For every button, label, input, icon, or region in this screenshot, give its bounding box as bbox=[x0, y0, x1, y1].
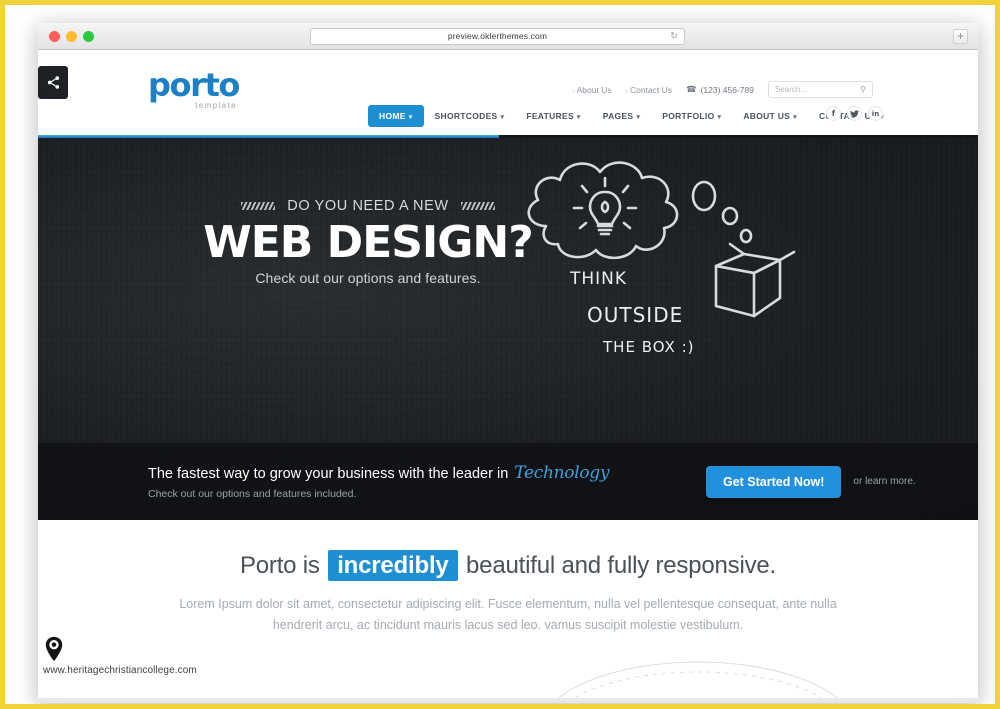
nav-item-about-us[interactable]: ABOUT US ▾ bbox=[732, 105, 808, 127]
watermark-text: www.heritagechristiancollege.com bbox=[43, 665, 197, 676]
chevron-down-icon: ▾ bbox=[636, 114, 641, 121]
chalk-line-think: THINK bbox=[570, 269, 628, 289]
intro-title-prefix: Porto is bbox=[239, 552, 320, 579]
intro-title-suffix: beautiful and fully responsive. bbox=[466, 552, 777, 579]
minimize-window-button[interactable] bbox=[66, 30, 77, 42]
intro-title: Porto is incredibly beautiful and fully … bbox=[38, 520, 978, 581]
topnav-about-us-label: About Us bbox=[576, 84, 612, 95]
topnav-contact-us-label: Contact Us bbox=[629, 84, 672, 95]
nav-item-pages-label: PAGES bbox=[602, 111, 634, 121]
hero-cta-text: The fastest way to grow your business wi… bbox=[148, 463, 609, 500]
nav-item-features[interactable]: FEATURES ▾ bbox=[515, 105, 591, 127]
intro-paragraph: Lorem Ipsum dolor sit amet, consectetur … bbox=[179, 597, 837, 632]
twitter-bird-glyph bbox=[850, 109, 859, 118]
hero-cta-headline-script: Technology bbox=[514, 463, 610, 483]
main-navigation: HOME ▾ SHORTCODES ▾ FEATURES ▾ PAGES ▾ PORTF… bbox=[368, 105, 895, 127]
hatch-decoration-left bbox=[241, 202, 276, 210]
linkedin-icon[interactable]: in bbox=[868, 106, 883, 121]
get-started-button[interactable]: Get Started Now! bbox=[706, 465, 842, 498]
browser-window: preview.oklerthemes.com ↻ + porto templa… bbox=[38, 23, 978, 703]
site-logo[interactable]: porto template bbox=[148, 66, 240, 110]
page-bottom-edge bbox=[38, 698, 978, 703]
location-pin-icon bbox=[45, 636, 63, 662]
share-widget-button[interactable] bbox=[38, 66, 68, 99]
nav-item-home-label: HOME bbox=[379, 111, 406, 121]
chevron-right-icon: › bbox=[572, 87, 575, 95]
address-bar[interactable]: preview.oklerthemes.com ↻ bbox=[310, 27, 685, 45]
watermark: www.heritagechristiancollege.com bbox=[43, 636, 197, 676]
hero-cta-bar: The fastest way to grow your business wi… bbox=[38, 442, 978, 520]
phone-number-label: (123) 456-789 bbox=[700, 84, 754, 95]
nav-item-shortcodes[interactable]: SHORTCODES ▾ bbox=[424, 105, 516, 127]
window-controls[interactable] bbox=[38, 30, 94, 42]
nav-item-pages[interactable]: PAGES ▾ bbox=[592, 105, 651, 127]
phone-icon: ☎ bbox=[686, 84, 697, 94]
search-placeholder: Search... bbox=[775, 85, 808, 94]
chevron-down-icon: ▾ bbox=[500, 114, 505, 121]
new-tab-button[interactable]: + bbox=[953, 28, 968, 44]
hero-section: DO YOU NEED A NEW WEB DESIGN? Check out … bbox=[38, 138, 978, 520]
nav-item-portfolio[interactable]: PORTFOLIO ▾ bbox=[651, 105, 732, 127]
hatch-decoration-right bbox=[460, 202, 495, 210]
hero-title: WEB DESIGN? bbox=[203, 217, 534, 268]
hero-cta-headline-prefix: The fastest way to grow your business wi… bbox=[148, 466, 509, 482]
chevron-down-icon: ▾ bbox=[793, 114, 797, 121]
nav-item-portfolio-label: PORTFOLIO bbox=[662, 111, 715, 121]
facebook-icon[interactable]: f bbox=[826, 106, 841, 121]
chalk-line-outside: OUTSIDE bbox=[587, 303, 684, 327]
screenshot-frame: preview.oklerthemes.com ↻ + porto templa… bbox=[0, 0, 1000, 709]
learn-more-link[interactable]: or learn more. bbox=[853, 476, 915, 487]
hero-eyebrow: DO YOU NEED A NEW bbox=[38, 198, 698, 214]
nav-item-features-label: FEATURES bbox=[526, 111, 574, 121]
site-header: porto template › About Us › Contact Us ☎ (… bbox=[38, 50, 978, 135]
hero-eyebrow-label: DO YOU NEED A NEW bbox=[287, 198, 449, 214]
logo-wordmark: porto bbox=[148, 66, 240, 104]
browser-chrome: preview.oklerthemes.com ↻ + bbox=[38, 23, 978, 50]
nav-item-shortcodes-label: SHORTCODES bbox=[434, 111, 498, 121]
address-bar-text: preview.oklerthemes.com bbox=[447, 31, 548, 41]
share-nodes-icon bbox=[47, 76, 59, 89]
chalk-line-the-box: THE BOX :) bbox=[603, 338, 695, 356]
search-icon[interactable]: ⚲ bbox=[860, 85, 866, 94]
chevron-down-icon: ▾ bbox=[408, 114, 413, 121]
social-links: f in bbox=[826, 106, 883, 121]
close-window-button[interactable] bbox=[49, 30, 60, 42]
twitter-icon[interactable] bbox=[847, 106, 862, 121]
search-input[interactable]: Search... ⚲ bbox=[768, 81, 873, 98]
reload-icon[interactable]: ↻ bbox=[670, 31, 678, 41]
zoom-window-button[interactable] bbox=[83, 30, 94, 42]
nav-item-about-us-label: ABOUT US bbox=[743, 111, 791, 121]
chevron-down-icon: ▾ bbox=[717, 114, 722, 121]
hero-cta-subline: Check out our options and features inclu… bbox=[148, 488, 357, 500]
chevron-down-icon: ▾ bbox=[576, 114, 581, 121]
chevron-right-icon: › bbox=[625, 87, 628, 95]
phone-number[interactable]: ☎ (123) 456-789 bbox=[686, 84, 754, 95]
intro-title-highlight: incredibly bbox=[328, 550, 458, 581]
topnav-about-us[interactable]: › About Us bbox=[572, 85, 611, 95]
hero-cta-headline: The fastest way to grow your business wi… bbox=[148, 463, 609, 483]
hero-cta-actions: Get Started Now! or learn more. bbox=[706, 465, 916, 498]
utility-nav: › About Us › Contact Us ☎ (123) 456-789 Se… bbox=[572, 81, 873, 98]
topnav-contact-us[interactable]: › Contact Us bbox=[626, 85, 672, 95]
nav-item-home[interactable]: HOME ▾ bbox=[368, 105, 424, 127]
